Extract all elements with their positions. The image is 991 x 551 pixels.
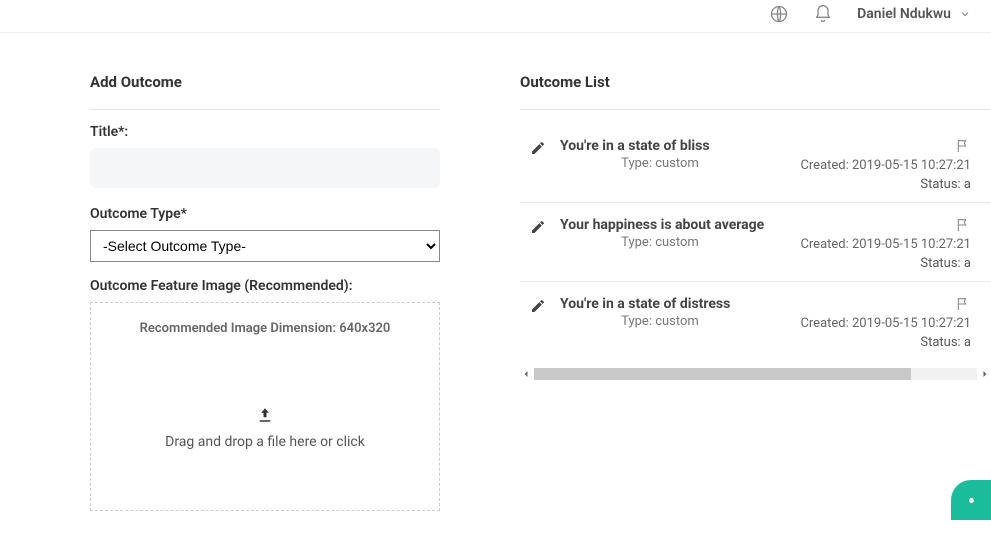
scroll-left-icon[interactable]: [520, 368, 532, 380]
outcome-status: Status: a: [920, 335, 971, 350]
upload-dropzone[interactable]: Recommended Image Dimension: 640x320 Dra…: [90, 302, 440, 511]
outcome-title: You're in a state of distress: [560, 296, 781, 312]
chat-widget[interactable]: [951, 480, 991, 520]
image-label: Outcome Feature Image (Recommended):: [90, 278, 440, 294]
globe-icon[interactable]: [769, 4, 789, 24]
edit-icon[interactable]: [530, 298, 546, 314]
outcome-type-select[interactable]: -Select Outcome Type-: [90, 230, 440, 262]
outcome-row: You're in a state of distress Type: custo…: [520, 281, 991, 360]
add-outcome-panel: Add Outcome Title*: Outcome Type* -Selec…: [0, 73, 460, 511]
outcome-row: You're in a state of bliss Type: custom Cr…: [520, 124, 991, 202]
user-menu[interactable]: Daniel Ndukwu: [857, 6, 971, 22]
flag-icon[interactable]: [955, 138, 971, 154]
bell-icon[interactable]: [813, 4, 833, 24]
edit-icon[interactable]: [530, 219, 546, 235]
header-bar: Daniel Ndukwu: [0, 0, 991, 33]
scroll-right-icon[interactable]: [979, 368, 991, 380]
outcome-status: Status: a: [920, 256, 971, 271]
divider: [520, 109, 991, 110]
main-content: Add Outcome Title*: Outcome Type* -Selec…: [0, 33, 991, 551]
upload-instruction: Drag and drop a file here or click: [101, 434, 429, 450]
outcome-created: Created: 2019-05-15 10:27:21: [800, 316, 971, 331]
outcome-created: Created: 2019-05-15 10:27:21: [800, 237, 971, 252]
horizontal-scrollbar[interactable]: [520, 368, 991, 380]
outcome-type: Type: custom: [560, 235, 760, 250]
add-outcome-heading: Add Outcome: [90, 73, 440, 91]
outcome-title: Your happiness is about average: [560, 217, 781, 233]
title-input[interactable]: [90, 148, 440, 188]
outcome-type: Type: custom: [560, 314, 760, 329]
outcome-status: Status: a: [920, 177, 971, 192]
outcome-title: You're in a state of bliss: [560, 138, 781, 154]
outcome-list-panel: Outcome List You're in a state of bliss T…: [460, 73, 991, 511]
divider: [90, 109, 440, 110]
type-label: Outcome Type*: [90, 206, 440, 222]
chevron-down-icon: [959, 8, 971, 20]
user-name: Daniel Ndukwu: [857, 6, 951, 22]
outcome-rows-container: You're in a state of bliss Type: custom Cr…: [520, 124, 991, 360]
outcome-type: Type: custom: [560, 156, 760, 171]
outcome-list-heading: Outcome List: [520, 73, 991, 91]
scrollbar-thumb[interactable]: [534, 368, 911, 380]
flag-icon[interactable]: [955, 217, 971, 233]
upload-icon: [256, 406, 274, 424]
edit-icon[interactable]: [530, 140, 546, 156]
outcome-row: Your happiness is about average Type: cus…: [520, 202, 991, 281]
title-label: Title*:: [90, 124, 440, 140]
flag-icon[interactable]: [955, 296, 971, 312]
outcome-created: Created: 2019-05-15 10:27:21: [800, 158, 971, 173]
recommended-dimensions: Recommended Image Dimension: 640x320: [101, 321, 429, 336]
scrollbar-track[interactable]: [534, 368, 977, 380]
chat-icon: [969, 498, 974, 503]
